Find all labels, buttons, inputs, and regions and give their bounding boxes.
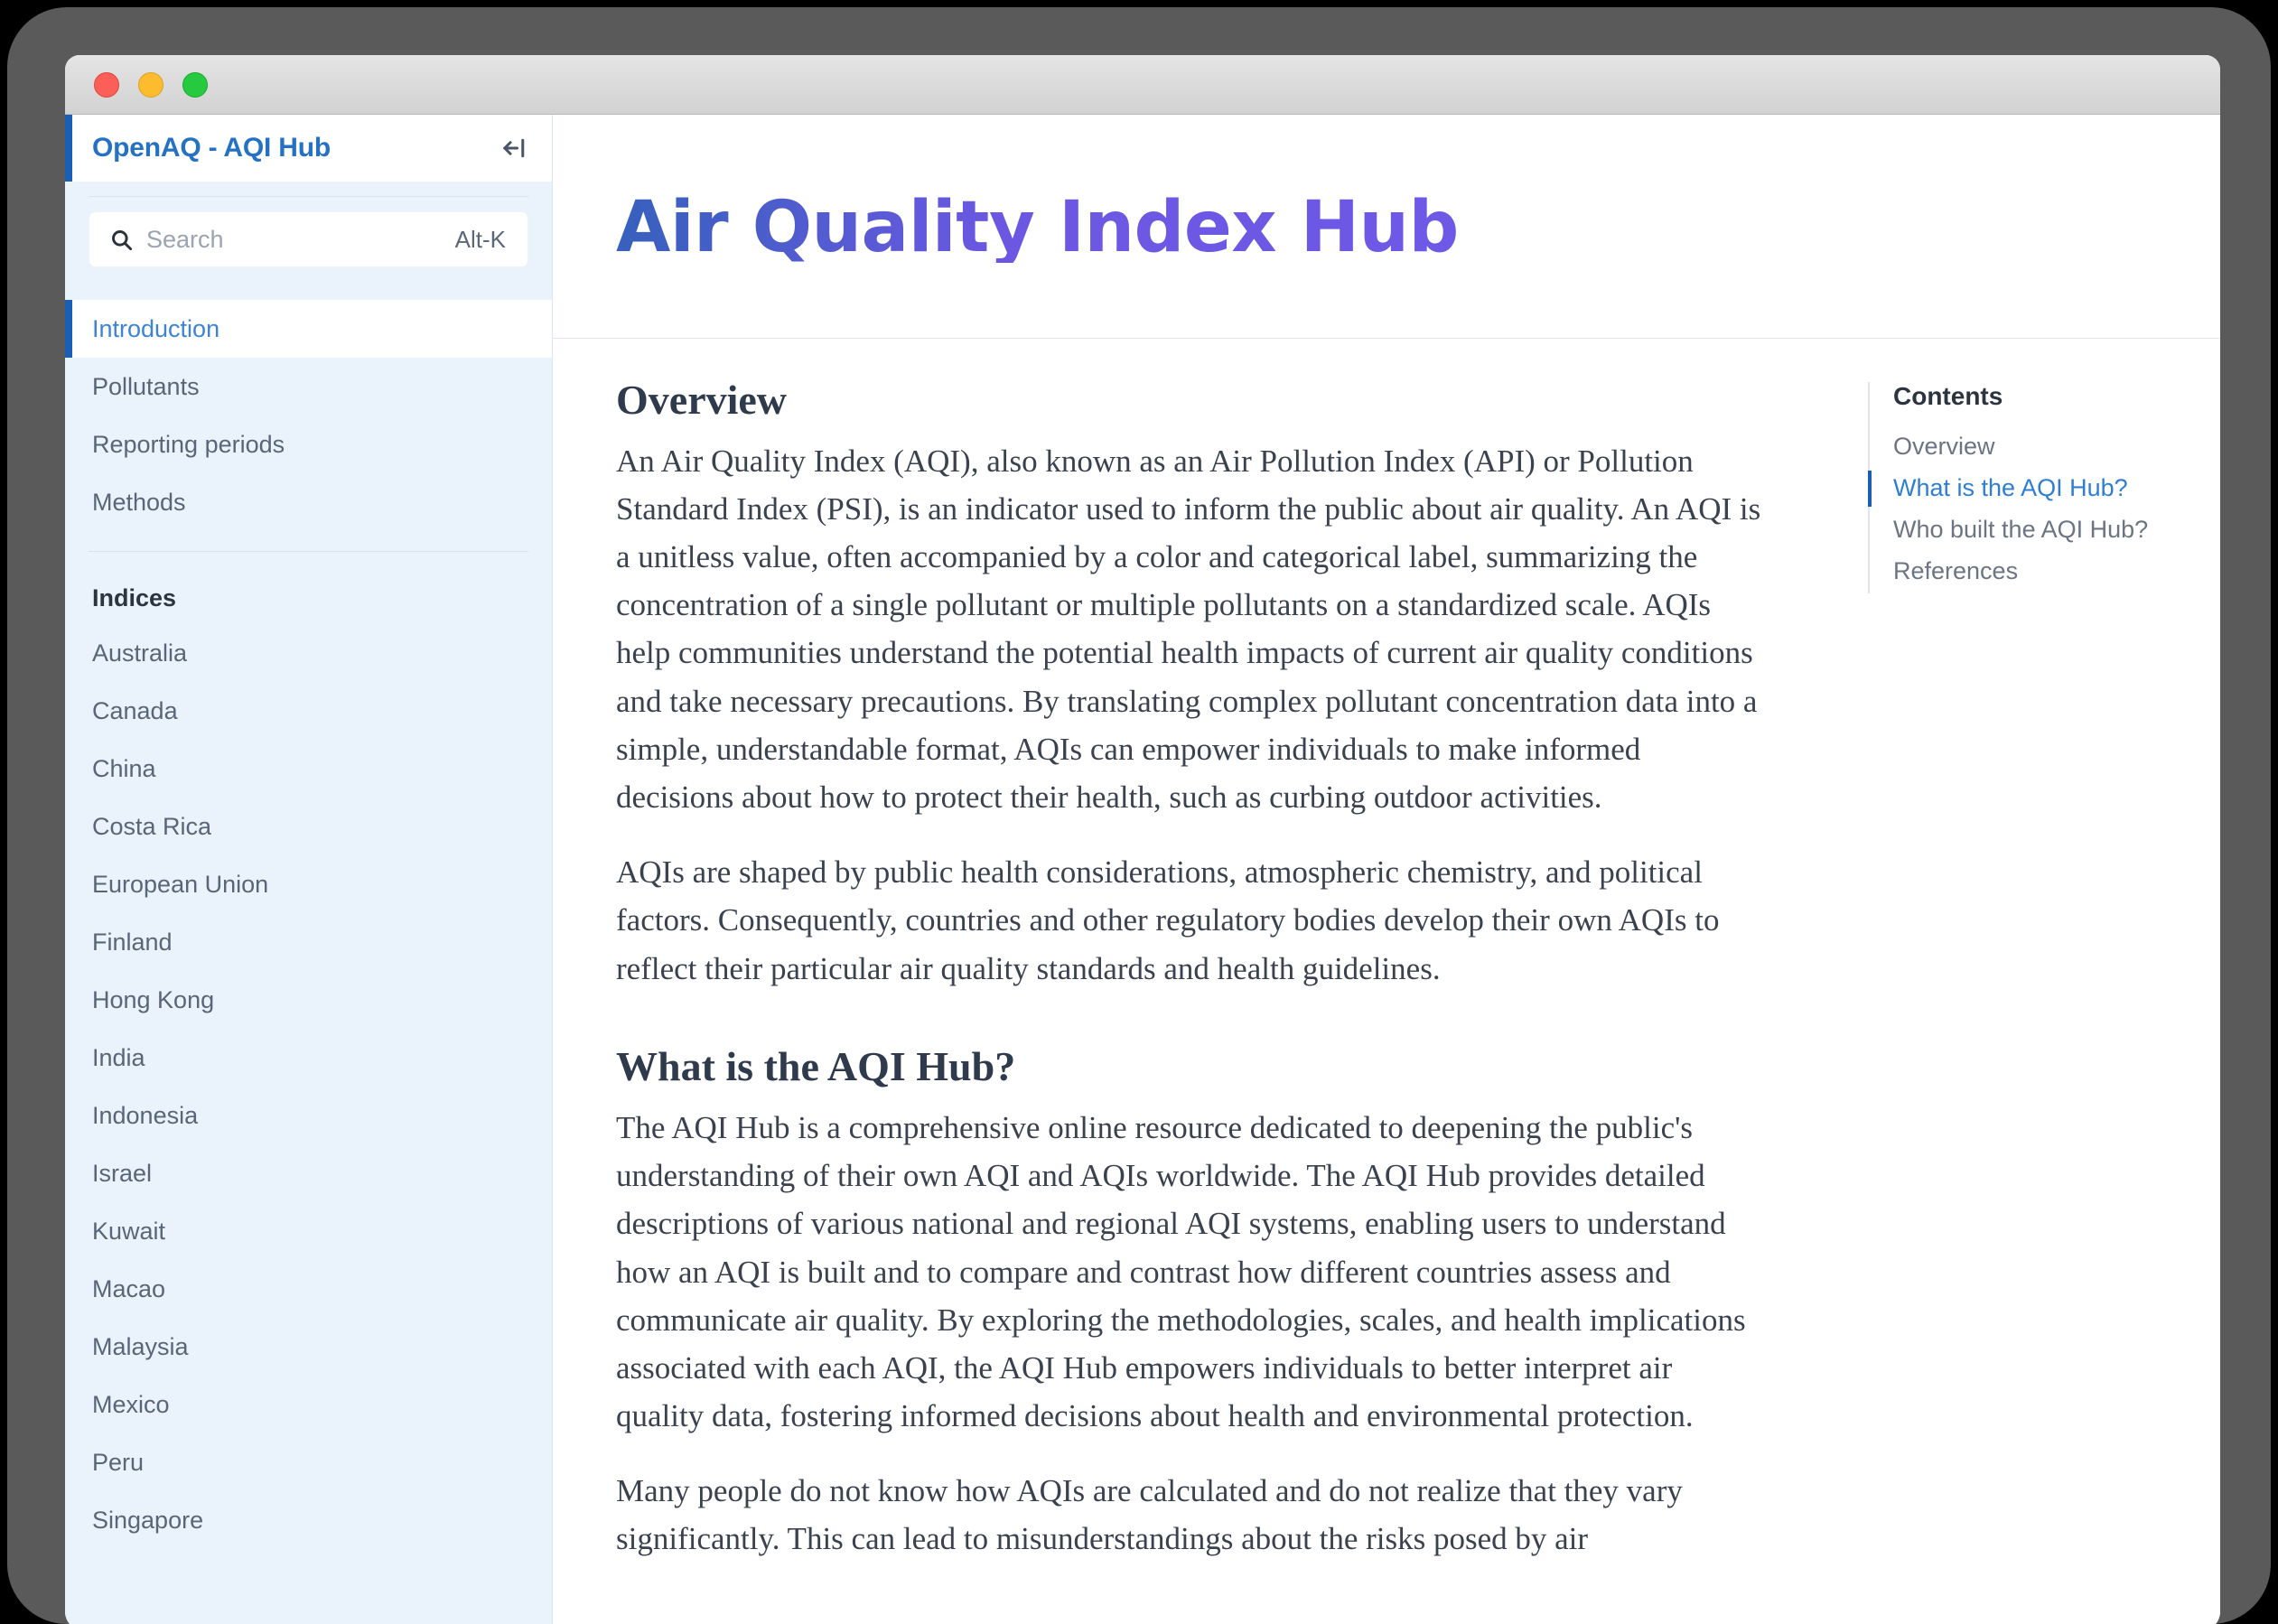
sidebar-item-pollutants[interactable]: Pollutants <box>65 358 552 415</box>
maximize-window-button[interactable] <box>182 71 208 98</box>
screen: OpenAQ - AQI Hub Search Alt-K Introducti… <box>0 0 2278 1624</box>
sidebar-item-label: Finland <box>92 928 173 956</box>
sidebar: OpenAQ - AQI Hub Search Alt-K Introducti… <box>65 115 553 1624</box>
collapse-sidebar-icon[interactable] <box>501 135 528 162</box>
sidebar-item-label: Pollutants <box>92 372 200 400</box>
toc-item-who-built-the-aqi-hub[interactable]: Who built the AQI Hub? <box>1893 510 2184 552</box>
sidebar-item-israel[interactable]: Israel <box>65 1144 552 1202</box>
sidebar-item-costa-rica[interactable]: Costa Rica <box>65 798 552 855</box>
sidebar-divider-top <box>89 196 528 197</box>
sidebar-item-label: Indonesia <box>92 1101 199 1129</box>
sidebar-item-label: India <box>92 1043 145 1071</box>
sidebar-item-european-union[interactable]: European Union <box>65 855 552 913</box>
sidebar-item-malaysia[interactable]: Malaysia <box>65 1318 552 1376</box>
search-input[interactable]: Search Alt-K <box>89 211 528 267</box>
sidebar-item-label: Hong Kong <box>92 985 215 1013</box>
sidebar-item-label: Reporting periods <box>92 430 285 458</box>
paragraph: Many people do not know how AQIs are cal… <box>616 1473 1683 1557</box>
brand-title: OpenAQ - AQI Hub <box>92 133 331 163</box>
sidebar-search-wrap: Search Alt-K <box>89 211 528 267</box>
window-body: OpenAQ - AQI Hub Search Alt-K Introducti… <box>65 115 2220 1624</box>
content-column: Air Quality Index Hub Overview An Air Qu… <box>553 115 2220 1624</box>
sidebar-item-macao[interactable]: Macao <box>65 1260 552 1318</box>
browser-window: OpenAQ - AQI Hub Search Alt-K Introducti… <box>65 55 2220 1624</box>
window-titlebar <box>65 55 2220 115</box>
sidebar-item-label: Mexico <box>92 1390 170 1418</box>
toc-item-label: Overview <box>1893 432 1995 460</box>
sidebar-item-label: Methods <box>92 488 186 516</box>
toc-item-overview[interactable]: Overview <box>1893 427 2184 469</box>
device-frame: OpenAQ - AQI Hub Search Alt-K Introducti… <box>7 7 2271 1624</box>
search-placeholder: Search <box>146 225 224 253</box>
paragraph: An Air Quality Index (AQI), also known a… <box>616 443 1761 815</box>
sidebar-item-reporting-periods[interactable]: Reporting periods <box>65 415 552 473</box>
close-window-button[interactable] <box>94 71 119 98</box>
sidebar-item-kuwait[interactable]: Kuwait <box>65 1202 552 1260</box>
section-heading-overview: Overview <box>616 376 788 423</box>
page-header: Air Quality Index Hub <box>553 115 2220 339</box>
search-shortcut-hint: Alt-K <box>454 225 506 253</box>
sidebar-item-india[interactable]: India <box>65 1029 552 1087</box>
sidebar-item-introduction[interactable]: Introduction <box>65 300 552 358</box>
toc-item-what-is-the-aqi-hub[interactable]: What is the AQI Hub? <box>1868 469 2184 510</box>
sidebar-item-peru[interactable]: Peru <box>65 1433 552 1491</box>
sidebar-group-title-indices: Indices <box>92 583 177 611</box>
sidebar-divider-indices <box>89 551 528 552</box>
sidebar-item-mexico[interactable]: Mexico <box>65 1376 552 1433</box>
sidebar-item-label: Malaysia <box>92 1332 189 1360</box>
sidebar-item-methods[interactable]: Methods <box>65 473 552 531</box>
search-icon <box>109 228 134 252</box>
sidebar-nav-primary: Introduction Pollutants Reporting period… <box>65 300 552 531</box>
sidebar-item-label: Singapore <box>92 1506 204 1534</box>
sidebar-item-singapore[interactable]: Singapore <box>65 1491 552 1549</box>
sidebar-item-label: Israel <box>92 1159 153 1187</box>
section-heading-what-is-the-aqi-hub: What is the AQI Hub? <box>616 1042 1016 1089</box>
toc-item-label: References <box>1893 556 2019 584</box>
sidebar-item-label: European Union <box>92 870 269 898</box>
table-of-contents: Contents Overview What is the AQI Hub? W… <box>1868 339 2220 1624</box>
sidebar-item-indonesia[interactable]: Indonesia <box>65 1087 552 1144</box>
sidebar-item-label: Introduction <box>92 314 220 342</box>
article: Overview An Air Quality Index (AQI), als… <box>553 339 1868 1624</box>
sidebar-item-label: Macao <box>92 1274 166 1302</box>
sidebar-item-label: Kuwait <box>92 1217 166 1245</box>
sidebar-item-label: Costa Rica <box>92 812 212 840</box>
sidebar-item-hong-kong[interactable]: Hong Kong <box>65 971 552 1029</box>
sidebar-item-australia[interactable]: Australia <box>65 624 552 682</box>
minimize-window-button[interactable] <box>138 71 163 98</box>
sidebar-item-label: Canada <box>92 696 178 724</box>
toc-title: Contents <box>1893 381 2003 410</box>
sidebar-item-label: China <box>92 754 156 782</box>
sidebar-brand[interactable]: OpenAQ - AQI Hub <box>65 115 552 182</box>
page-title: Air Quality Index Hub <box>616 187 1459 269</box>
toc-item-label: Who built the AQI Hub? <box>1893 515 2149 543</box>
sidebar-nav-indices: Australia Canada China Costa Rica Europe <box>65 624 552 1549</box>
sidebar-item-finland[interactable]: Finland <box>65 913 552 971</box>
toc-item-label: What is the AQI Hub? <box>1893 473 2128 501</box>
content-row: Overview An Air Quality Index (AQI), als… <box>553 339 2220 1624</box>
paragraph: The AQI Hub is a comprehensive online re… <box>616 1109 1746 1434</box>
toc-item-references[interactable]: References <box>1893 552 2184 593</box>
paragraph: AQIs are shaped by public health conside… <box>616 854 1720 986</box>
sidebar-item-label: Peru <box>92 1448 145 1476</box>
toc-inner: Contents Overview What is the AQI Hub? W… <box>1868 381 2184 593</box>
sidebar-item-label: Australia <box>92 639 188 667</box>
sidebar-item-china[interactable]: China <box>65 740 552 798</box>
sidebar-item-canada[interactable]: Canada <box>65 682 552 740</box>
